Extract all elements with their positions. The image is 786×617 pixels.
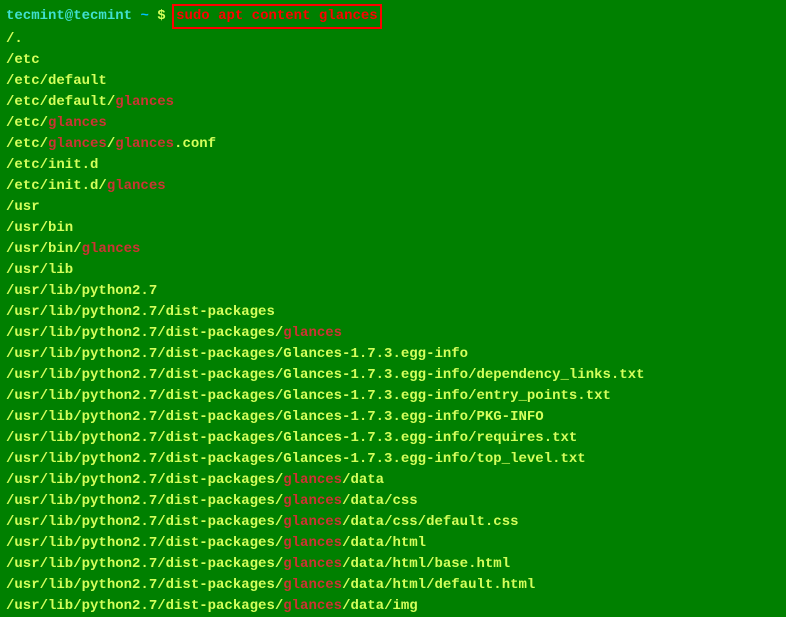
path-segment: /etc/init.d/	[6, 178, 107, 194]
path-segment: /usr/lib/python2.7/dist-packages/	[6, 598, 283, 614]
path-segment-match: glances	[283, 598, 342, 614]
path-segment: /	[107, 136, 115, 152]
path-segment: /usr/lib/python2.7/dist-packages/Glances…	[6, 388, 611, 404]
output-line: /usr/lib/python2.7/dist-packages/Glances…	[6, 407, 780, 428]
path-segment: /usr/lib	[6, 262, 73, 278]
path-segment-match: glances	[115, 136, 174, 152]
path-segment: /usr/lib/python2.7/dist-packages/Glances…	[6, 451, 586, 467]
path-segment: /.	[6, 31, 23, 47]
path-segment: /usr/lib/python2.7/dist-packages/Glances…	[6, 430, 577, 446]
path-segment-match: glances	[48, 115, 107, 131]
path-segment: /data/html/default.html	[342, 577, 535, 593]
path-segment: /data/html/base.html	[342, 556, 510, 572]
path-segment: /data/css/default.css	[342, 514, 518, 530]
output-line: /usr/lib/python2.7/dist-packages/glances…	[6, 491, 780, 512]
output-line: /usr/bin/glances	[6, 239, 780, 260]
path-segment-match: glances	[283, 535, 342, 551]
output-line: /usr/lib/python2.7/dist-packages/glances…	[6, 470, 780, 491]
path-segment: /data/css	[342, 493, 418, 509]
output-line: /etc	[6, 50, 780, 71]
path-segment: /etc/init.d	[6, 157, 98, 173]
path-segment-match: glances	[283, 514, 342, 530]
path-segment-match: glances	[283, 472, 342, 488]
path-segment-match: glances	[107, 178, 166, 194]
output-line: /usr/lib/python2.7/dist-packages	[6, 302, 780, 323]
output-line: /usr/lib	[6, 260, 780, 281]
output-line: /usr/lib/python2.7/dist-packages/glances…	[6, 554, 780, 575]
path-segment: /usr/lib/python2.7/dist-packages/	[6, 493, 283, 509]
output-line: /usr/lib/python2.7/dist-packages/glances…	[6, 533, 780, 554]
output-line: /usr/bin	[6, 218, 780, 239]
path-segment-match: glances	[283, 577, 342, 593]
path-segment: /usr/lib/python2.7/dist-packages/Glances…	[6, 409, 544, 425]
path-segment: /usr/lib/python2.7/dist-packages/	[6, 556, 283, 572]
prompt-tilde: ~	[140, 8, 148, 24]
prompt-user-host: tecmint@tecmint	[6, 8, 132, 24]
path-segment: /usr/bin	[6, 220, 73, 236]
path-segment: /usr/lib/python2.7/dist-packages/Glances…	[6, 367, 645, 383]
output-line: /usr/lib/python2.7/dist-packages/glances…	[6, 512, 780, 533]
command-highlight-box: sudo apt content glances	[172, 4, 382, 29]
path-segment-match: glances	[283, 493, 342, 509]
output-line: /usr	[6, 197, 780, 218]
output-line: /usr/lib/python2.7/dist-packages/glances	[6, 323, 780, 344]
path-segment: /etc/default/	[6, 94, 115, 110]
output-line: /usr/lib/python2.7/dist-packages/Glances…	[6, 386, 780, 407]
output-line: /usr/lib/python2.7/dist-packages/Glances…	[6, 344, 780, 365]
path-segment: /usr/lib/python2.7/dist-packages/	[6, 514, 283, 530]
path-segment: /etc	[6, 52, 40, 68]
output-line: /etc/default/glances	[6, 92, 780, 113]
path-segment: /data/img	[342, 598, 418, 614]
output-line: /etc/init.d/glances	[6, 176, 780, 197]
output-line: /.	[6, 29, 780, 50]
output-line: /etc/default	[6, 71, 780, 92]
output-line: /usr/lib/python2.7/dist-packages/glances…	[6, 575, 780, 596]
output-line: /usr/lib/python2.7/dist-packages/Glances…	[6, 365, 780, 386]
path-segment: .conf	[174, 136, 216, 152]
path-segment: /usr/lib/python2.7/dist-packages	[6, 304, 275, 320]
path-segment: /usr/lib/python2.7	[6, 283, 157, 299]
output-line: /usr/lib/python2.7/dist-packages/Glances…	[6, 428, 780, 449]
terminal-prompt-line: tecmint@tecmint ~ $ sudo apt content gla…	[6, 4, 780, 29]
output-line: /etc/glances	[6, 113, 780, 134]
path-segment: /etc/default	[6, 73, 107, 89]
prompt-dollar: $	[157, 8, 165, 24]
output-line: /etc/glances/glances.conf	[6, 134, 780, 155]
path-segment: /usr/lib/python2.7/dist-packages/	[6, 535, 283, 551]
output-line: /usr/lib/python2.7/dist-packages/Glances…	[6, 449, 780, 470]
path-segment: /data	[342, 472, 384, 488]
path-segment: /usr/bin/	[6, 241, 82, 257]
output-line: /etc/init.d	[6, 155, 780, 176]
path-segment: /usr/lib/python2.7/dist-packages/	[6, 577, 283, 593]
path-segment: /data/html	[342, 535, 426, 551]
path-segment-match: glances	[48, 136, 107, 152]
output-line: /usr/lib/python2.7	[6, 281, 780, 302]
path-segment: /etc/	[6, 115, 48, 131]
path-segment: /usr	[6, 199, 40, 215]
command-text[interactable]: sudo apt content glances	[176, 8, 378, 24]
path-segment: /etc/	[6, 136, 48, 152]
path-segment-match: glances	[283, 556, 342, 572]
output-line: /usr/lib/python2.7/dist-packages/glances…	[6, 596, 780, 617]
path-segment: /usr/lib/python2.7/dist-packages/Glances…	[6, 346, 468, 362]
path-segment: /usr/lib/python2.7/dist-packages/	[6, 472, 283, 488]
path-segment-match: glances	[115, 94, 174, 110]
terminal-output: /. /etc/etc/default/etc/default/glances/e…	[6, 29, 780, 617]
path-segment: /usr/lib/python2.7/dist-packages/	[6, 325, 283, 341]
path-segment-match: glances	[283, 325, 342, 341]
path-segment-match: glances	[82, 241, 141, 257]
